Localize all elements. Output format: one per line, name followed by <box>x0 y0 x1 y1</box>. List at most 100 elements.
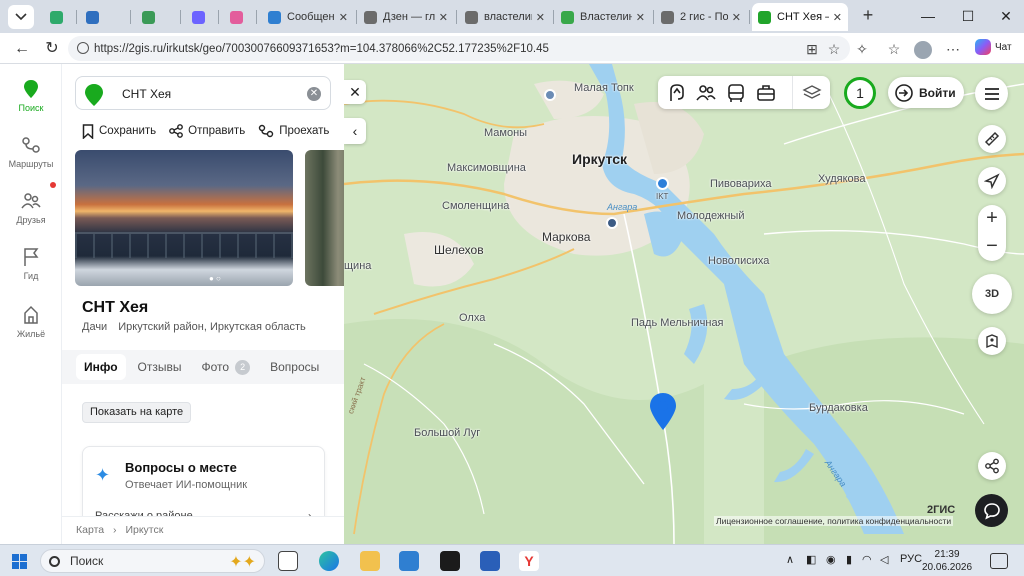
browser-tab[interactable]: Властелин к ✕ <box>555 3 651 31</box>
favorite-star-icon[interactable]: ☆ <box>825 40 843 58</box>
refresh-button[interactable]: ↻ <box>42 39 62 59</box>
close-tab-icon[interactable]: ✕ <box>536 11 545 24</box>
questions-title: Вопросы о месте <box>125 460 237 475</box>
my-location-button[interactable] <box>978 167 1006 195</box>
station-pin[interactable] <box>606 217 618 229</box>
zoom-in-button[interactable]: + <box>978 205 1006 233</box>
profile-avatar[interactable] <box>914 41 932 59</box>
share-map-button[interactable] <box>978 452 1006 480</box>
route-button[interactable]: Проехать <box>258 124 329 138</box>
share-button[interactable]: Отправить <box>169 124 245 138</box>
url-field[interactable]: https://2gis.ru/irkutsk/geo/700300766093… <box>68 36 850 61</box>
close-panel-button[interactable]: ✕ <box>344 80 366 104</box>
new-tab-button[interactable]: + <box>858 6 878 26</box>
ruler-button[interactable] <box>978 125 1006 153</box>
save-button[interactable]: Сохранить <box>82 123 156 139</box>
notifications-icon[interactable] <box>990 553 1008 569</box>
menu-button[interactable] <box>975 77 1008 110</box>
minimize-button[interactable]: — <box>918 8 938 24</box>
3d-button[interactable]: 3D <box>972 274 1012 314</box>
copilot-chat-button[interactable]: Чат <box>975 39 1012 55</box>
questions-subtitle: Отвечает ИИ-помощник <box>125 479 248 491</box>
tab-actions-menu[interactable] <box>8 5 34 29</box>
yandex-browser-icon[interactable]: Y <box>519 551 539 571</box>
clear-search-icon[interactable]: ✕ <box>307 87 321 101</box>
close-tab-icon[interactable]: ✕ <box>732 11 741 24</box>
system-clock[interactable]: 21:39 20.06.2026 <box>922 548 972 574</box>
browser-tab[interactable] <box>186 3 216 31</box>
map-label-irkutsk: Иркутск <box>572 151 628 167</box>
rail-item-routes[interactable]: Маршруты <box>0 134 62 169</box>
wifi-icon[interactable]: ◠ <box>862 553 872 566</box>
close-tab-icon[interactable]: ✕ <box>439 11 448 24</box>
breadcrumb-city[interactable]: Иркутск <box>125 524 163 536</box>
browser-tab[interactable] <box>224 3 254 31</box>
search-input[interactable]: СНТ Хея <box>122 87 171 101</box>
close-tab-icon[interactable]: ✕ <box>833 11 842 24</box>
more-options-icon[interactable]: ⋯ <box>944 40 962 58</box>
close-tab-icon[interactable]: ✕ <box>636 11 645 24</box>
tray-app-icon[interactable]: ◧ <box>806 553 816 566</box>
place-marker[interactable] <box>649 392 677 435</box>
briefcase-icon[interactable] <box>755 82 777 104</box>
breadcrumb-map[interactable]: Карта <box>76 524 104 536</box>
rail-item-friends[interactable]: Друзья <box>0 190 62 225</box>
bluestacks-icon[interactable] <box>480 551 500 571</box>
rail-label: Друзья <box>16 215 46 225</box>
legal-links[interactable]: Лицензионное соглашение, политика конфид… <box>714 516 954 526</box>
mail-app-icon[interactable] <box>399 551 419 571</box>
browser-tab[interactable] <box>80 3 128 31</box>
edge-browser-icon[interactable] <box>319 551 339 571</box>
tab-photos[interactable]: Фото 2 <box>194 354 259 381</box>
battery-icon[interactable]: ▮ <box>846 553 852 566</box>
place-photo-1[interactable]: ● ○ <box>75 150 293 286</box>
map-pin-tool-button[interactable] <box>978 327 1006 355</box>
collapse-panel-button[interactable]: ‹ <box>344 118 366 144</box>
close-window-button[interactable]: ✕ <box>996 8 1016 25</box>
tab-info[interactable]: Инфо <box>76 354 126 380</box>
browser-tab[interactable]: Сообщения ✕ <box>262 3 354 31</box>
bus-icon[interactable] <box>725 82 747 104</box>
close-tab-icon[interactable]: ✕ <box>339 11 348 24</box>
tab-questions[interactable]: Вопросы <box>262 354 327 380</box>
login-button[interactable]: Войти <box>888 77 964 108</box>
place-photo-2[interactable] <box>305 150 344 286</box>
favorites-icon[interactable]: ☆ <box>885 40 903 58</box>
map-canvas[interactable]: ✕ ‹ Малая Топк Мамоны Иркутск Максимовщи… <box>344 64 1024 544</box>
rail-item-guide[interactable]: Гид <box>0 246 62 281</box>
maximize-button[interactable]: ☐ <box>958 8 978 25</box>
tray-chevron-icon[interactable]: ∧ <box>786 553 794 566</box>
extensions-icon[interactable]: ✧ <box>853 40 871 58</box>
tab-label: Отзывы <box>137 360 182 374</box>
zoom-out-button[interactable]: − <box>978 233 1006 261</box>
search-result-counter[interactable]: 1 <box>844 77 876 109</box>
tab-reviews[interactable]: Отзывы <box>130 354 190 380</box>
airport-pin[interactable] <box>656 177 669 190</box>
taskbar-search[interactable]: Поиск ✦✦ <box>40 549 265 573</box>
browser-tab[interactable] <box>136 3 178 31</box>
people-icon[interactable] <box>695 82 717 104</box>
input-language[interactable]: РУС <box>900 553 922 565</box>
apps-icon[interactable]: ⊞ <box>803 40 821 58</box>
browser-tab[interactable]: 2 гис - Пои ✕ <box>655 3 747 31</box>
file-explorer-icon[interactable] <box>360 551 380 571</box>
volume-icon[interactable]: ◁ <box>880 553 888 566</box>
search-box[interactable]: СНТ Хея ✕ <box>75 76 331 110</box>
attractions-icon[interactable] <box>666 82 688 104</box>
transit-pin[interactable] <box>544 89 556 101</box>
rail-item-housing[interactable]: Жильё <box>0 304 62 339</box>
browser-tab[interactable] <box>44 3 74 31</box>
site-info-icon[interactable] <box>77 42 89 54</box>
tray-app2-icon[interactable]: ◉ <box>826 553 836 566</box>
rail-item-search[interactable]: Поиск <box>0 78 62 113</box>
back-button[interactable]: ← <box>12 39 32 59</box>
task-view-icon[interactable] <box>278 551 298 571</box>
sun-app-icon[interactable] <box>440 551 460 571</box>
show-on-map-button[interactable]: Показать на карте <box>82 402 192 423</box>
browser-tab[interactable]: СНТ Хея — ✕ <box>752 3 848 31</box>
browser-tab[interactable]: Дзен — гла ✕ <box>358 3 454 31</box>
layers-button[interactable] <box>792 76 830 109</box>
browser-tab[interactable]: властелин к ✕ <box>459 3 551 31</box>
support-chat-button[interactable] <box>975 494 1008 527</box>
start-button[interactable] <box>12 554 27 572</box>
